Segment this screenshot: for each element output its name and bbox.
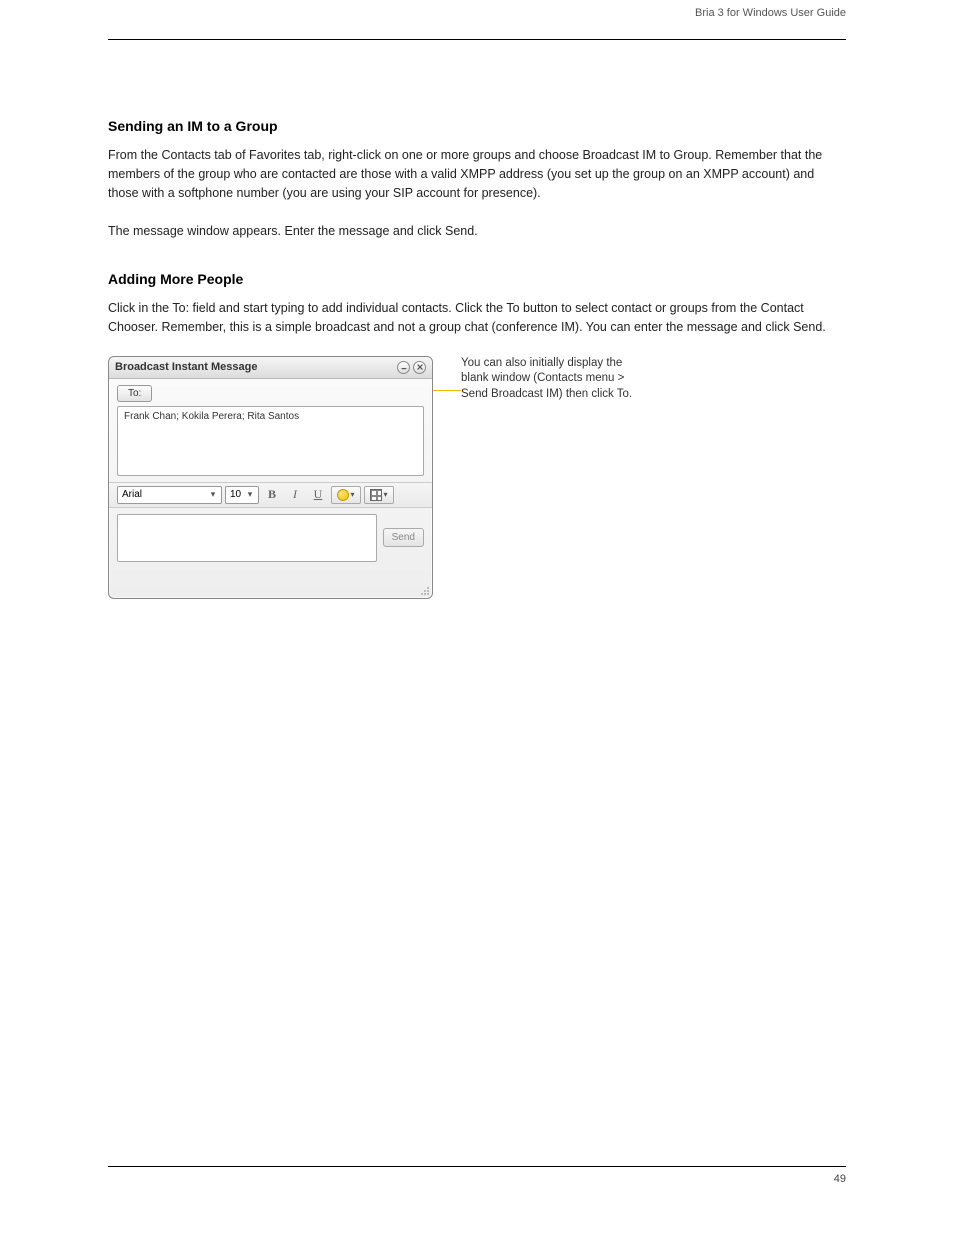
callout-line-3: Send Broadcast IM) then click To. [461,387,671,403]
header-right: Bria 3 for Windows User Guide [695,7,846,25]
bold-icon: B [268,487,276,502]
font-size-select[interactable]: 10 ▾ [225,486,259,504]
chevron-down-icon: ▾ [207,489,219,500]
sending-para-1: From the Contacts tab of Favorites tab, … [108,146,846,204]
chevron-down-icon: ▾ [350,490,354,499]
to-button[interactable]: To: [117,385,152,402]
stamp-icon [370,489,382,501]
screenshot-area: You can also initially display the blank… [108,356,846,616]
font-select-value: Arial [122,489,207,500]
underline-button[interactable]: U [308,486,328,504]
minimize-icon [400,363,408,371]
format-toolbar: Arial ▾ 10 ▾ B I U ▾ ▾ [109,482,432,508]
resize-grip-icon[interactable] [418,584,430,596]
chevron-down-icon: ▾ [383,490,387,499]
footer-page-number: 49 [834,1173,846,1185]
section-heading-sending: Sending an IM to a Group [108,116,846,138]
underline-icon: U [314,487,323,502]
recipients-value: Frank Chan; Kokila Perera; Rita Santos [124,411,299,422]
callout-line-1: You can also initially display the [461,356,671,372]
chevron-down-icon: ▾ [244,489,256,500]
italic-icon: I [293,487,297,502]
section-heading-dialog: Adding More People [108,269,846,291]
stamp-button[interactable]: ▾ [364,486,394,504]
callout-text: You can also initially display the blank… [461,356,671,403]
font-size-value: 10 [230,489,244,500]
emoji-button[interactable]: ▾ [331,486,361,504]
sending-para-2: The message window appears. Enter the me… [108,222,846,241]
dialog-para: Click in the To: field and start typing … [108,299,846,338]
window-titlebar: Broadcast Instant Message [109,357,432,379]
minimize-button[interactable] [397,361,410,374]
italic-button[interactable]: I [285,486,305,504]
emoji-icon [337,489,349,501]
broadcast-im-window: Broadcast Instant Message To: Frank Chan… [108,356,433,599]
footer-rule [108,1166,846,1167]
window-title: Broadcast Instant Message [115,361,394,373]
message-input[interactable] [117,514,377,562]
close-icon [416,363,424,371]
font-select[interactable]: Arial ▾ [117,486,222,504]
send-button[interactable]: Send [383,528,424,547]
close-button[interactable] [413,361,426,374]
callout-line-2: blank window (Contacts menu > [461,371,671,387]
recipients-field[interactable]: Frank Chan; Kokila Perera; Rita Santos [117,406,424,476]
bold-button[interactable]: B [262,486,282,504]
